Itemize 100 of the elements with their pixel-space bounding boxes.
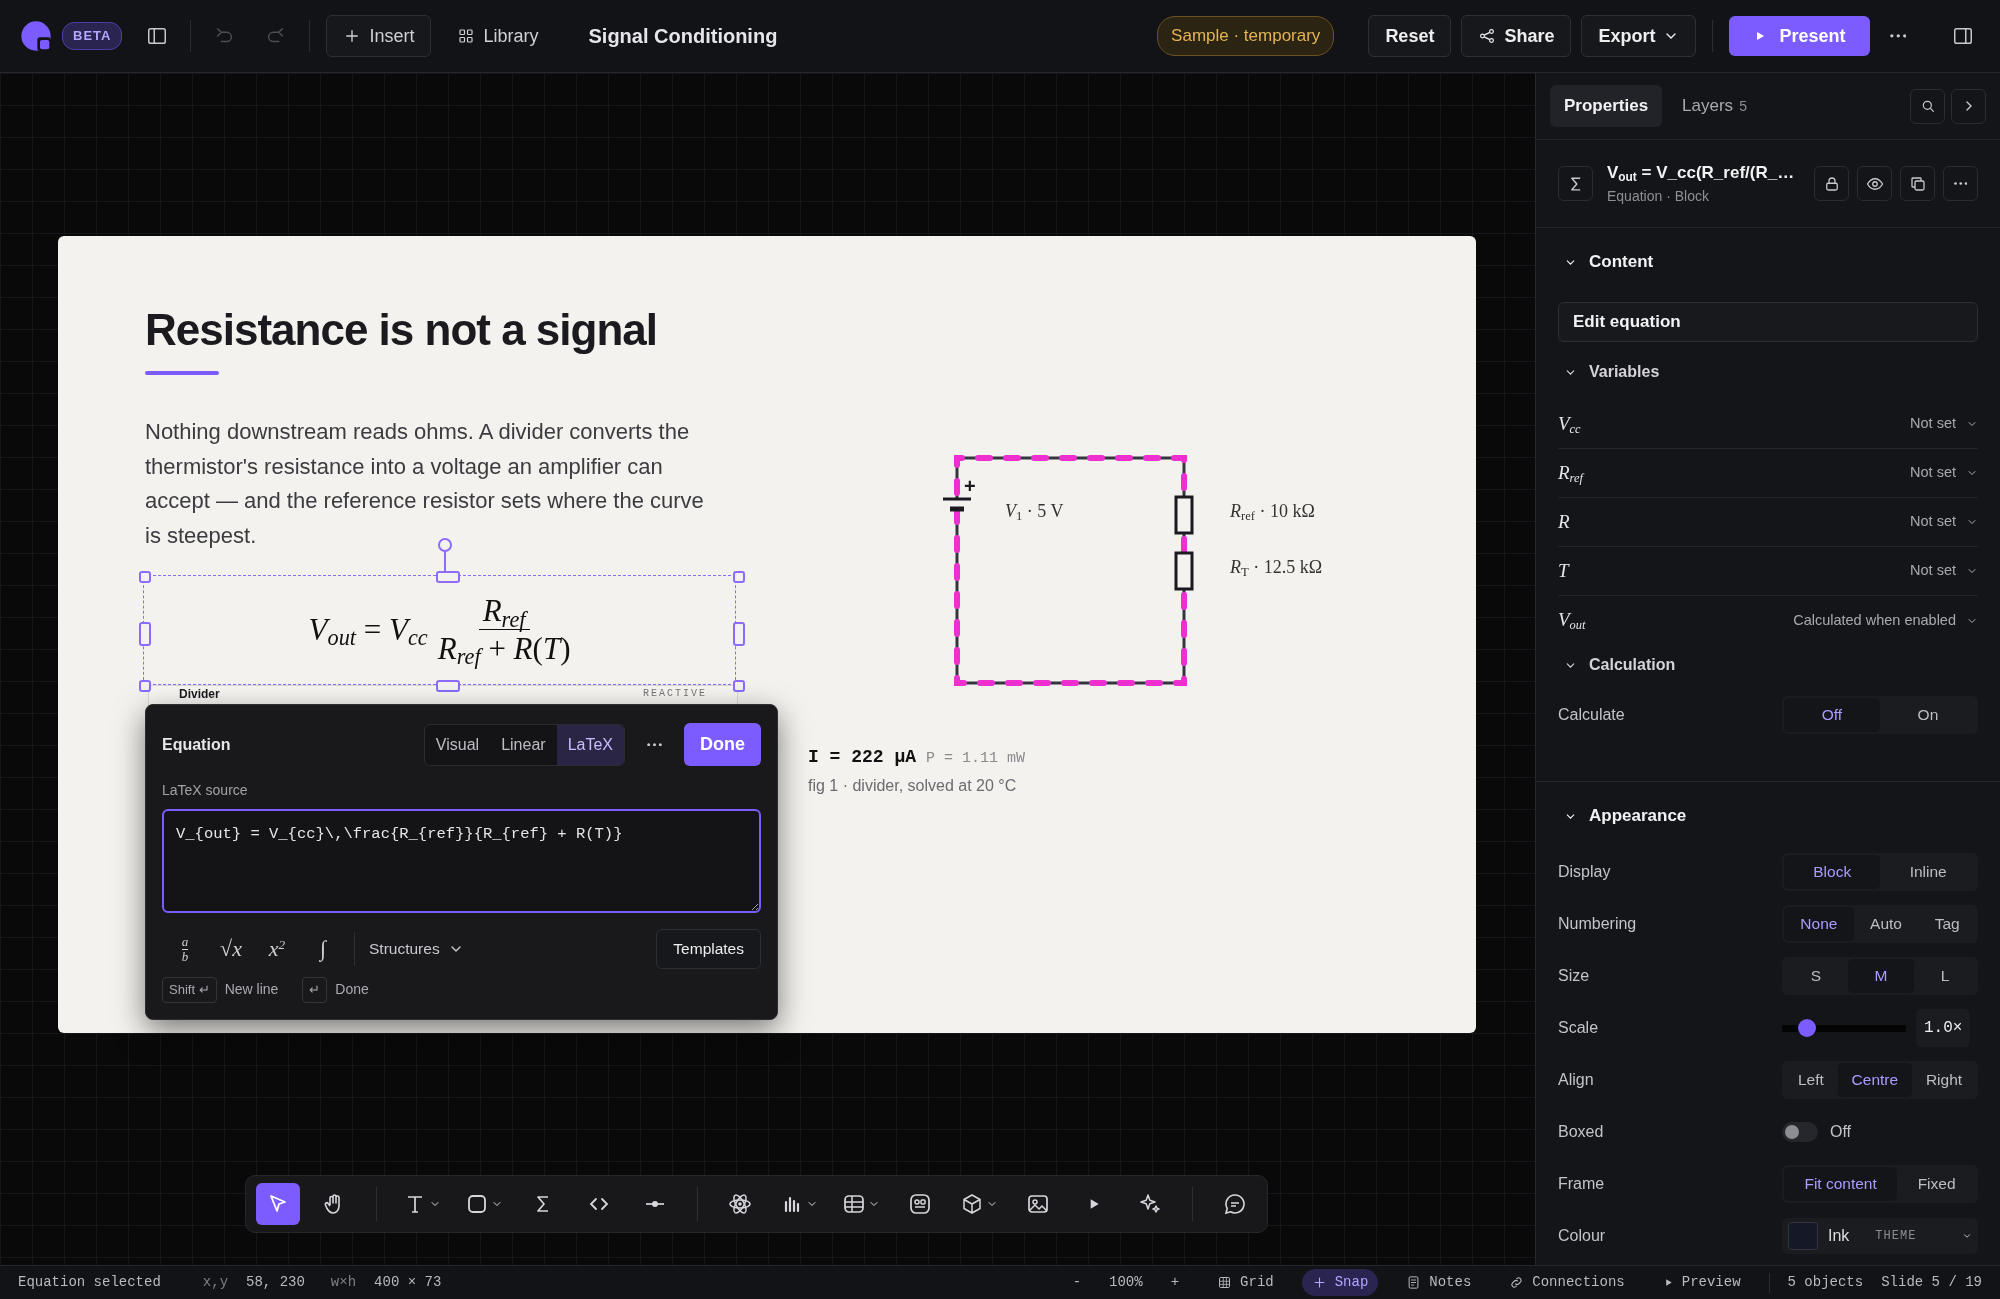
segment-option[interactable]: L bbox=[1914, 959, 1976, 993]
present-button[interactable]: Present bbox=[1729, 16, 1870, 56]
resize-handle[interactable] bbox=[139, 622, 151, 646]
zoom-in-button[interactable]: + bbox=[1160, 1269, 1190, 1296]
segment-option[interactable]: On bbox=[1879, 698, 1976, 732]
lock-button[interactable] bbox=[1814, 166, 1849, 201]
export-button[interactable]: Export bbox=[1581, 15, 1697, 57]
status-toggle[interactable]: Notes bbox=[1396, 1269, 1482, 1296]
rotate-handle[interactable] bbox=[437, 537, 453, 571]
variable-value-dropdown[interactable]: Not set bbox=[1910, 511, 1978, 533]
visibility-button[interactable] bbox=[1857, 166, 1892, 201]
insert-symbol-button[interactable]: √x bbox=[208, 929, 254, 969]
variable-value-dropdown[interactable]: Not set bbox=[1910, 462, 1978, 484]
latex-source-field[interactable]: V_{out} = V_{cc}\,\frac{R_{ref}}{R_{ref} + R(T)} bbox=[162, 809, 761, 913]
segment-option[interactable]: Tag bbox=[1918, 907, 1976, 941]
variable-value-dropdown[interactable]: Not set bbox=[1910, 413, 1978, 435]
collapse-panel-button[interactable] bbox=[1951, 88, 1986, 124]
section-header[interactable]: Calculation bbox=[1558, 645, 1676, 685]
share-button[interactable]: Share bbox=[1461, 15, 1572, 57]
segment-option[interactable]: None bbox=[1784, 907, 1854, 941]
equation-lhs: V$_{out}$ = V$_{cc}$ bbox=[308, 610, 428, 653]
variable-value-dropdown[interactable]: Calculated when enabled bbox=[1793, 609, 1978, 632]
toggle-switch[interactable] bbox=[1782, 1122, 1818, 1142]
figure-caption: fig 1 · divider, solved at 20 °C bbox=[808, 776, 1017, 796]
cube-icon bbox=[960, 1192, 984, 1216]
colour-picker[interactable]: Ink THEME bbox=[1782, 1218, 1978, 1254]
slider-thumb[interactable] bbox=[1797, 1019, 1816, 1037]
segment-option[interactable]: Block bbox=[1784, 855, 1881, 889]
duplicate-button[interactable] bbox=[1900, 166, 1935, 201]
link-icon bbox=[1509, 1275, 1525, 1290]
element-subtitle: Equation · Block bbox=[1607, 186, 1710, 206]
segment-option[interactable]: Auto bbox=[1853, 907, 1919, 941]
resize-handle[interactable] bbox=[733, 622, 745, 646]
polarity-label: + bbox=[964, 475, 976, 497]
status-toggle[interactable]: Preview bbox=[1652, 1269, 1751, 1296]
insert-button[interactable]: Insert bbox=[326, 15, 432, 57]
field-label: Numbering bbox=[1558, 914, 1637, 934]
logo-icon bbox=[20, 20, 52, 52]
field-label: Calculate bbox=[1558, 705, 1625, 725]
current-reading: I = 222 μA bbox=[808, 746, 917, 769]
field-label: Frame bbox=[1558, 1174, 1605, 1194]
panel-tab[interactable]: Layers 5 bbox=[1668, 85, 1761, 127]
resize-handle[interactable] bbox=[436, 571, 460, 583]
segment-option[interactable]: Inline bbox=[1880, 855, 1976, 889]
library-button[interactable]: Library bbox=[441, 15, 555, 57]
panel-tab[interactable]: Properties bbox=[1550, 85, 1663, 127]
templates-button[interactable]: Templates bbox=[656, 929, 761, 969]
scale-value-field[interactable]: 1.0× bbox=[1916, 1009, 1971, 1047]
position-value: 58, 230 bbox=[246, 1273, 305, 1292]
section-header[interactable]: Content bbox=[1558, 240, 1654, 284]
source-label: V$_{1}$ · 5 V bbox=[1005, 500, 1064, 525]
status-toggle[interactable]: Grid bbox=[1207, 1269, 1284, 1296]
resize-handle[interactable] bbox=[733, 680, 745, 692]
structures-button[interactable]: Structures bbox=[363, 931, 470, 967]
section-header[interactable]: Variables bbox=[1558, 352, 1660, 392]
size-value: 400 × 73 bbox=[374, 1273, 442, 1292]
insert-symbol-button[interactable]: a b bbox=[162, 929, 208, 969]
search-button[interactable] bbox=[1910, 88, 1945, 124]
sidebar-icon bbox=[146, 25, 169, 47]
mode-tab[interactable]: Linear bbox=[490, 724, 557, 765]
segment-option[interactable]: Fit content bbox=[1784, 1167, 1898, 1201]
resize-handle[interactable] bbox=[733, 571, 745, 583]
status-toggle[interactable]: Connections bbox=[1499, 1269, 1635, 1296]
mode-tab[interactable]: LaTeX bbox=[556, 724, 624, 765]
insert-symbol-button[interactable]: x$^{2}$ bbox=[254, 929, 300, 969]
segment-option[interactable]: S bbox=[1784, 959, 1848, 993]
field-label: Display bbox=[1558, 862, 1611, 882]
tool-button[interactable] bbox=[256, 1183, 300, 1225]
mode-tab[interactable]: Visual bbox=[424, 724, 491, 765]
reset-button[interactable]: Reset bbox=[1368, 15, 1452, 57]
chevron-down-icon bbox=[1962, 1231, 1972, 1241]
more-icon bbox=[1953, 182, 1968, 185]
hint-text: Done bbox=[335, 980, 369, 1000]
segment-option[interactable]: Left bbox=[1784, 1063, 1838, 1097]
resize-handle[interactable] bbox=[139, 680, 151, 692]
status-toggle[interactable]: Snap bbox=[1301, 1269, 1379, 1296]
more-icon bbox=[647, 742, 662, 747]
segment-option[interactable]: Right bbox=[1912, 1063, 1976, 1097]
segment-option[interactable]: Off bbox=[1784, 698, 1880, 732]
block-label: Divider bbox=[179, 688, 220, 700]
edit-equation-button[interactable]: Edit equation bbox=[1558, 302, 1978, 342]
position-label: x,y bbox=[202, 1273, 229, 1292]
resize-handle[interactable] bbox=[139, 571, 151, 583]
variable-value-dropdown[interactable]: Not set bbox=[1910, 560, 1978, 582]
element-title: V$_{out}$ = V_cc(R_ref/(R_… bbox=[1607, 162, 1795, 186]
variable-name: T bbox=[1558, 558, 1569, 583]
insert-symbol-button[interactable]: ∫ bbox=[300, 929, 346, 969]
resize-handle[interactable] bbox=[436, 680, 460, 692]
source-label: LaTeX source bbox=[162, 781, 249, 800]
section-header[interactable]: Appearance bbox=[1558, 794, 1687, 838]
share-icon bbox=[1478, 27, 1497, 45]
equation-numerator: R$_{ref}$ bbox=[478, 593, 530, 630]
done-button[interactable]: Done bbox=[684, 723, 761, 766]
segment-option[interactable]: Centre bbox=[1837, 1063, 1912, 1097]
zoom-out-button[interactable]: - bbox=[1062, 1269, 1092, 1296]
grid-icon bbox=[457, 27, 476, 45]
segment-option[interactable]: Fixed bbox=[1897, 1167, 1976, 1201]
comment-icon bbox=[1223, 1192, 1247, 1216]
segment-option[interactable]: M bbox=[1847, 959, 1914, 993]
panel-icon bbox=[1952, 25, 1974, 47]
